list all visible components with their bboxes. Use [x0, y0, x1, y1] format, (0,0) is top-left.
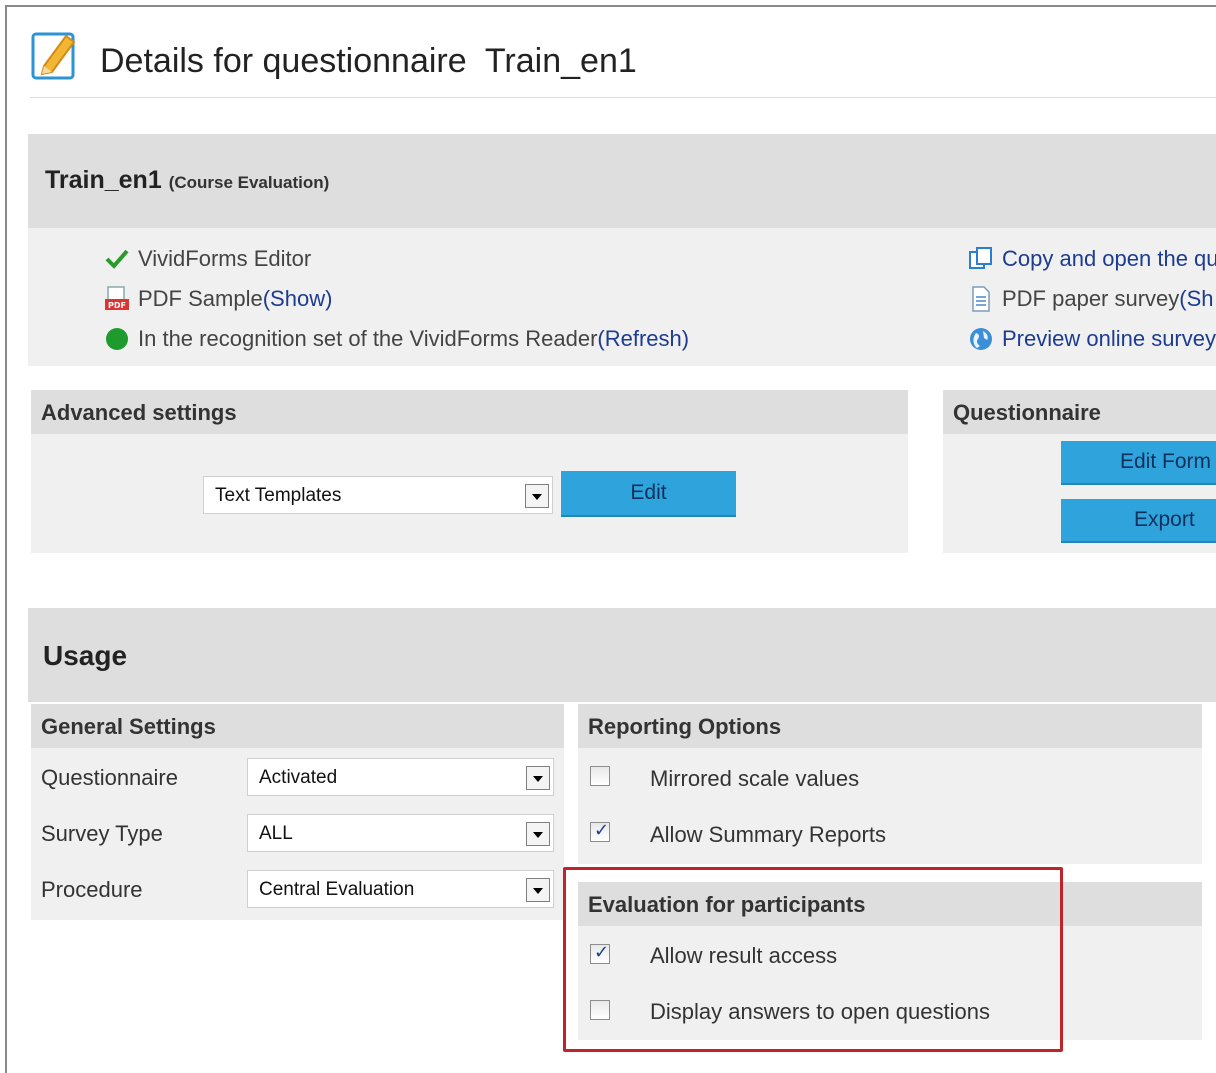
reporting-options-header: Reporting Options	[578, 704, 1202, 748]
general-settings-header: General Settings	[31, 704, 564, 748]
display-open-answers-checkbox[interactable]	[590, 1000, 610, 1020]
general-settings-panel: General Settings Questionnaire Activated…	[31, 704, 564, 920]
summary-header: Train_en1 (Course Evaluation)	[28, 134, 1216, 228]
refresh-link[interactable]: (Refresh)	[597, 326, 689, 352]
questionnaire-label: Questionnaire	[41, 765, 178, 790]
usage-title: Usage	[43, 640, 128, 671]
questionnaire-header: Questionnaire	[943, 390, 1216, 434]
preview-online-survey-link[interactable]: Preview online survey	[968, 326, 1216, 352]
pdf-paper-survey-item: PDF paper survey (Sh	[968, 286, 1214, 312]
edit-document-icon	[30, 28, 80, 80]
evaluation-participants-header: Evaluation for participants	[578, 882, 1202, 926]
survey-type-select[interactable]: ALL	[247, 814, 554, 852]
allow-summary-reports-label: Allow Summary Reports	[650, 822, 886, 847]
evaluation-participants-panel: Evaluation for participants Allow result…	[578, 882, 1202, 1040]
allow-result-access-label: Allow result access	[650, 943, 838, 968]
chevron-down-icon[interactable]	[525, 484, 549, 508]
questionnaire-status-select[interactable]: Activated	[247, 758, 554, 796]
advanced-settings-title: Advanced settings	[41, 400, 237, 425]
reporting-options-title: Reporting Options	[588, 714, 782, 739]
mirrored-scale-checkbox[interactable]	[590, 766, 610, 786]
chevron-down-icon[interactable]	[526, 822, 550, 846]
recognition-set-item: In the recognition set of the VividForms…	[104, 326, 689, 352]
survey-type-label: Survey Type	[41, 821, 163, 846]
pdf-show-link[interactable]: (Show)	[263, 286, 333, 312]
procedure-select[interactable]: Central Evaluation	[247, 870, 554, 908]
green-status-dot-icon	[104, 326, 130, 352]
questionnaire-panel: Questionnaire Edit Form Export	[943, 390, 1216, 553]
page-header: Details for questionnaire Train_en1	[30, 28, 1216, 98]
questionnaire-name: Train_en1 (Course Evaluation)	[45, 166, 330, 194]
chevron-down-icon[interactable]	[526, 878, 550, 902]
evaluation-participants-title: Evaluation for participants	[588, 892, 866, 917]
text-templates-select[interactable]: Text Templates	[203, 476, 553, 514]
allow-result-access-checkbox[interactable]	[590, 942, 610, 964]
paper-survey-show-link[interactable]: (Sh	[1179, 286, 1213, 312]
globe-icon	[968, 326, 994, 352]
questionnaire-panel-title: Questionnaire	[953, 400, 1101, 425]
page-title: Details for questionnaire Train_en1	[100, 42, 637, 80]
svg-text:PDF: PDF	[108, 301, 126, 310]
pdf-icon: PDF	[104, 286, 130, 312]
edit-form-button[interactable]: Edit Form	[1061, 441, 1216, 485]
advanced-settings-panel: Advanced settings Text Templates Edit	[31, 390, 908, 553]
edit-button[interactable]: Edit	[561, 471, 736, 517]
copy-icon	[968, 246, 994, 272]
document-icon	[968, 286, 994, 312]
display-open-answers-label: Display answers to open questions	[650, 999, 990, 1024]
export-button[interactable]: Export	[1061, 499, 1216, 543]
checkmark-icon	[104, 246, 130, 272]
procedure-label: Procedure	[41, 877, 143, 902]
allow-summary-reports-checkbox[interactable]	[590, 820, 610, 842]
reporting-options-panel: Reporting Options Mirrored scale values …	[578, 704, 1202, 864]
copy-open-link[interactable]: Copy and open the qu	[968, 246, 1216, 272]
usage-header: Usage	[28, 608, 1216, 702]
pdf-sample-item: PDF PDF Sample (Show)	[104, 286, 332, 312]
chevron-down-icon[interactable]	[526, 766, 550, 790]
mirrored-scale-label: Mirrored scale values	[650, 766, 860, 791]
general-settings-title: General Settings	[41, 714, 216, 739]
advanced-settings-header: Advanced settings	[31, 390, 908, 434]
questionnaire-type: (Course Evaluation)	[168, 173, 330, 192]
vividforms-editor-item: VividForms Editor	[104, 246, 311, 272]
